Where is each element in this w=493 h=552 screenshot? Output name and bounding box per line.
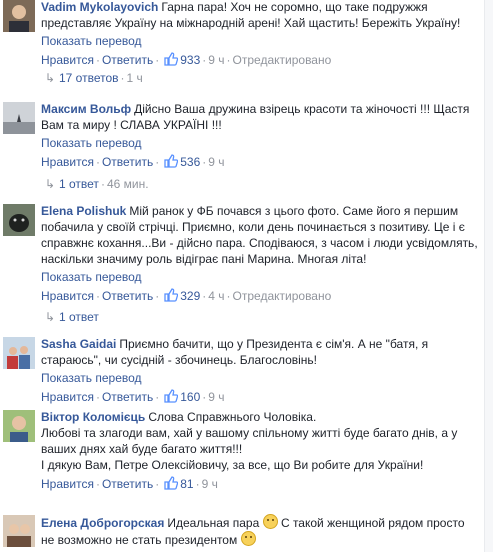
like-icon: [164, 154, 179, 172]
comment-body: Максим Вольф Дійсно Ваша дружина взірець …: [41, 101, 481, 172]
comment-author[interactable]: Vadim Mykolayovich: [41, 0, 158, 14]
translate-link[interactable]: Показать перевод: [41, 370, 481, 386]
avatar[interactable]: [3, 0, 35, 32]
comment-body: Віктор Коломієць Слова Справжнього Чолові…: [41, 409, 481, 494]
comment-time[interactable]: 4 ч: [208, 289, 224, 303]
comment-text-line-3: І дякую Вам, Петре Олексійовичу, за все,…: [41, 458, 424, 472]
comment-body: Vadim Mykolayovich Гарна пара! Хоч не сор…: [41, 0, 481, 70]
like-icon: [164, 52, 179, 70]
comment-author[interactable]: Elena Polishuk: [41, 204, 126, 218]
like-button[interactable]: Нравится: [41, 390, 94, 404]
reply-button[interactable]: Ответить: [102, 390, 153, 404]
like-count[interactable]: 329: [180, 289, 200, 303]
comment-text-line-2: Любові та злагоди вам, хай у вашому спіл…: [41, 426, 458, 456]
comment-body: Sasha Gaidai Приємно бачити, що у Президе…: [41, 336, 481, 407]
comment-body: Elena Polishuk Мій ранок у ФБ почався з ц…: [41, 203, 481, 306]
edited-label[interactable]: Отредактировано: [233, 289, 332, 303]
reply-button[interactable]: Ответить: [102, 53, 153, 67]
comment-text-a: Идеальная пара: [167, 516, 260, 530]
like-button[interactable]: Нравится: [41, 53, 94, 67]
comment-text-line-1: Слова Справжнього Чоловіка.: [148, 410, 317, 424]
comment-time[interactable]: 9 ч: [208, 53, 224, 67]
comment-time[interactable]: 9 ч: [208, 155, 224, 169]
avatar[interactable]: [3, 204, 35, 236]
replies-time: 46 мин.: [106, 177, 149, 191]
replies-time: 1 ч: [126, 71, 143, 85]
replies-count[interactable]: 1 ответ: [59, 177, 99, 191]
reply-arrow-icon: ↳: [45, 310, 56, 324]
comment-author[interactable]: Елена Доброгорская: [41, 516, 164, 530]
scrollbar-track[interactable]: [484, 0, 493, 552]
reply-button[interactable]: Ответить: [102, 289, 153, 303]
like-count[interactable]: 160: [180, 390, 200, 404]
like-button[interactable]: Нравится: [41, 155, 94, 169]
like-icon: [164, 288, 179, 306]
comment-actions: Нравится · Ответить · 933 · 9 ч · Отредактирован…: [41, 52, 481, 70]
comment-time[interactable]: 9 ч: [202, 477, 218, 491]
comment-actions: Нравится · Ответить · 329 · 4 ч · Отредактирован…: [41, 288, 481, 306]
replies-count[interactable]: 17 ответов: [59, 71, 119, 85]
smile-emoji-icon: [240, 531, 256, 546]
translate-link[interactable]: Показать перевод: [41, 269, 481, 285]
avatar[interactable]: [3, 515, 35, 547]
avatar[interactable]: [3, 410, 35, 442]
avatar[interactable]: [3, 337, 35, 369]
comment-author[interactable]: Максим Вольф: [41, 102, 131, 116]
like-button[interactable]: Нравится: [41, 289, 94, 303]
like-count[interactable]: 933: [180, 53, 200, 67]
like-count[interactable]: 81: [180, 477, 193, 491]
comment-actions: Нравится · Ответить · 160 · 9 ч: [41, 389, 481, 407]
smile-emoji-icon: [262, 514, 278, 529]
reply-arrow-icon: ↳: [45, 177, 56, 191]
like-button[interactable]: Нравится: [41, 477, 94, 491]
replies-link[interactable]: ↳ 1 ответ: [45, 309, 99, 325]
comment-actions: Нравится · Ответить · 536 · 9 ч: [41, 154, 481, 172]
like-count[interactable]: 536: [180, 155, 200, 169]
comment-body: Елена Доброгорская Идеальная пара С такой…: [41, 514, 481, 548]
like-icon: [164, 389, 179, 407]
replies-link[interactable]: ↳ 17 ответов · 1 ч: [45, 70, 143, 86]
avatar[interactable]: [3, 102, 35, 134]
comment-actions: Нравится · Ответить · 81 · 9 ч: [41, 476, 481, 494]
reply-button[interactable]: Ответить: [102, 477, 153, 491]
reply-arrow-icon: ↳: [45, 71, 56, 85]
translate-link[interactable]: Показать перевод: [41, 33, 481, 49]
comment-author[interactable]: Віктор Коломієць: [41, 410, 145, 424]
reply-button[interactable]: Ответить: [102, 155, 153, 169]
like-icon: [164, 476, 179, 494]
translate-link[interactable]: Показать перевод: [41, 135, 481, 151]
replies-count[interactable]: 1 ответ: [59, 310, 99, 324]
edited-label[interactable]: Отредактировано: [233, 53, 332, 67]
replies-link[interactable]: ↳ 1 ответ · 46 мин.: [45, 176, 149, 192]
comment-author[interactable]: Sasha Gaidai: [41, 337, 116, 351]
comment-time[interactable]: 9 ч: [208, 390, 224, 404]
